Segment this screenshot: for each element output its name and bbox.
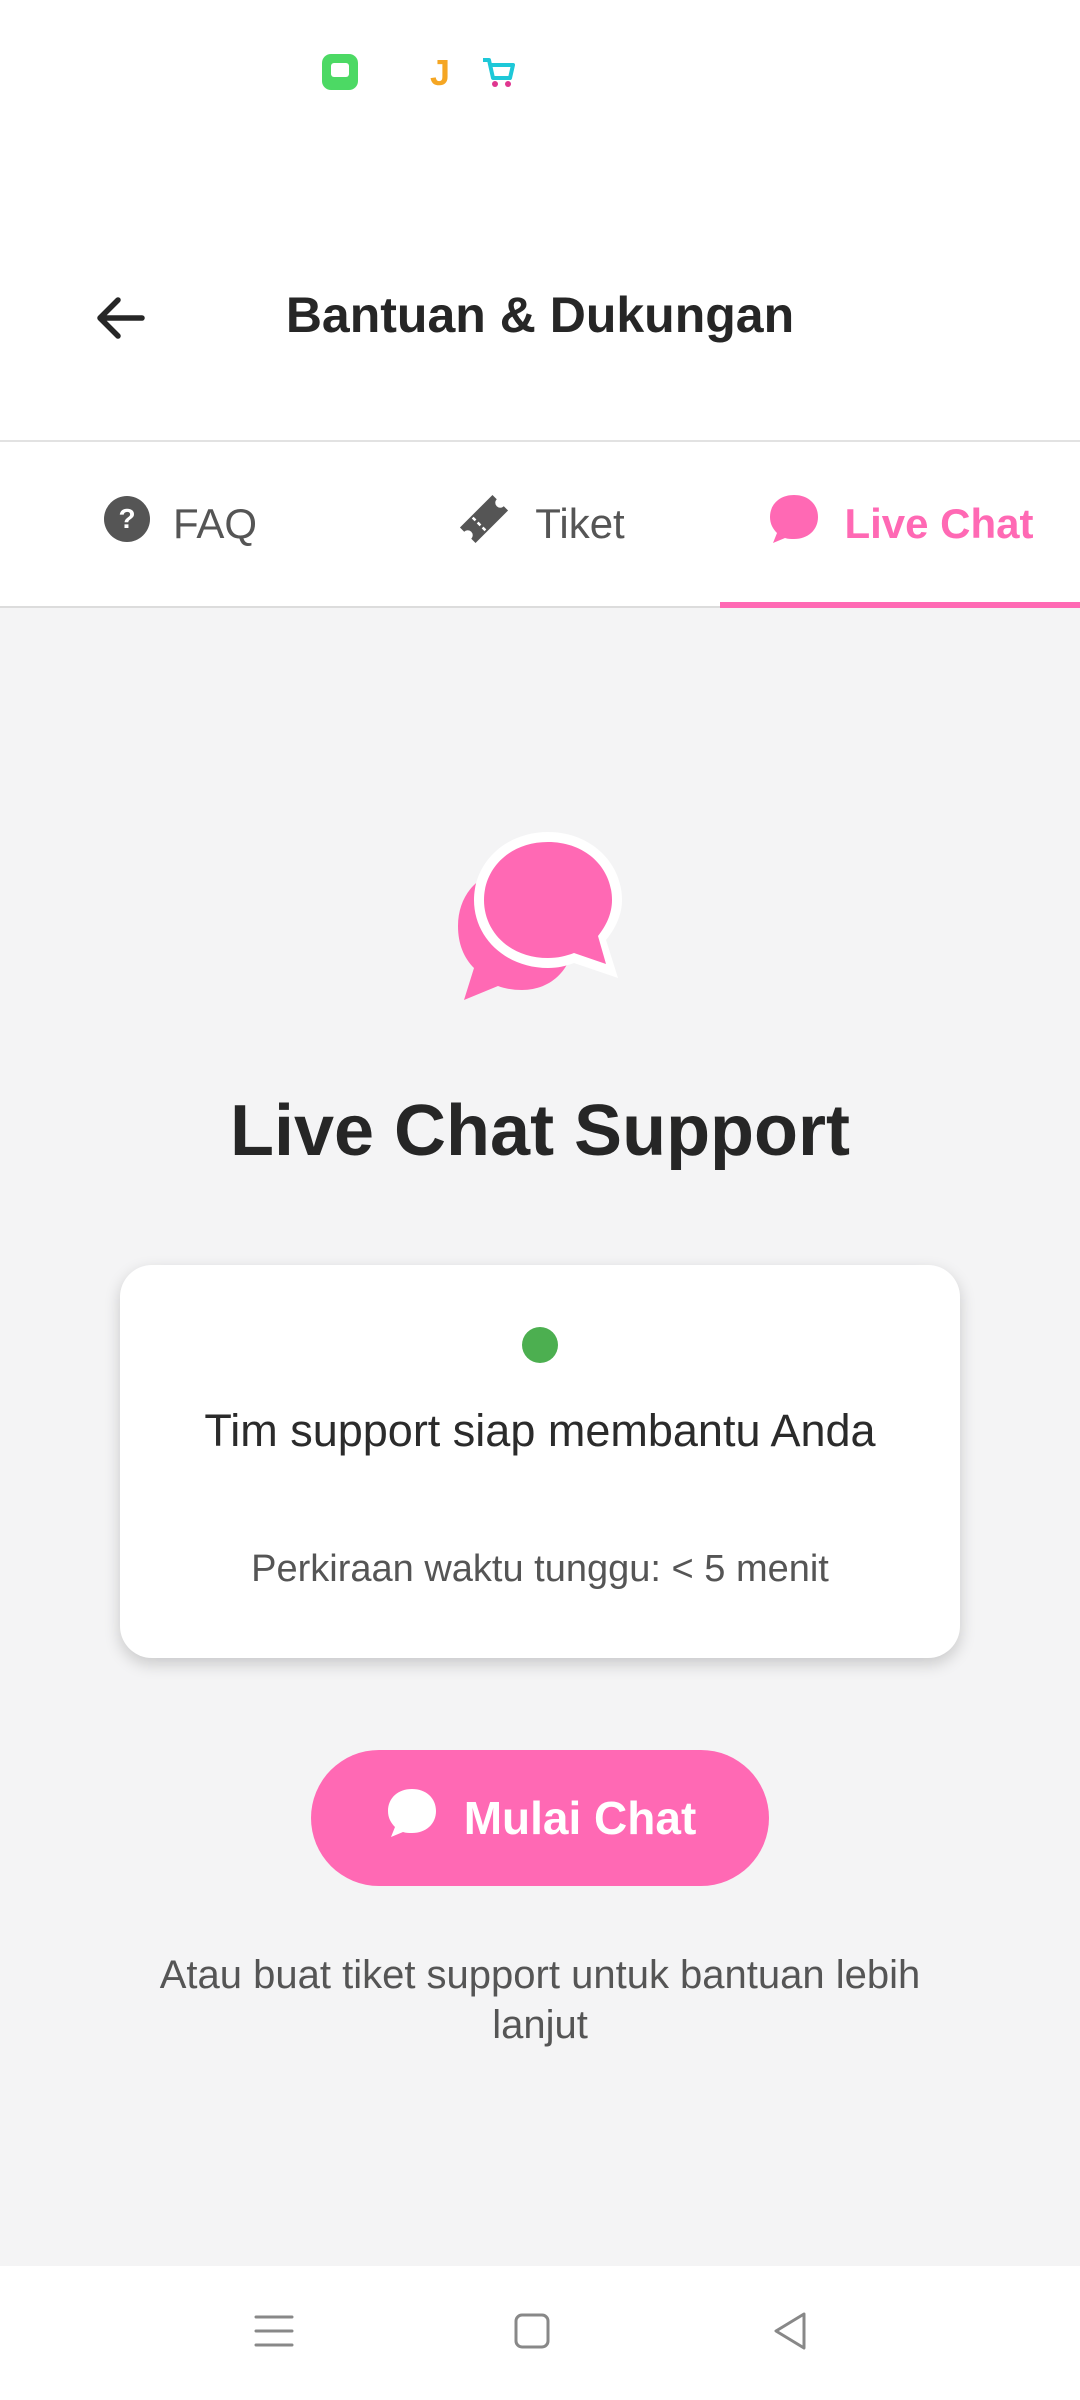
home-square-icon [512,2311,552,2356]
tab-live-chat[interactable]: Live Chat [720,442,1080,606]
home-button[interactable] [472,2266,592,2400]
chat-bubbles-icon [452,830,630,1010]
menu-icon [252,2311,296,2356]
tab-bar: ? FAQ Tiket Live Chat [0,442,1080,608]
recent-apps-button[interactable] [214,2266,334,2400]
back-system-button[interactable] [730,2266,850,2400]
support-ready-message: Tim support siap membantu Anda [204,1405,876,1456]
tab-faq[interactable]: ? FAQ [0,442,360,606]
help-circle-icon: ? [103,495,151,553]
status-bar: J [0,0,1080,150]
ticket-hint-text: Atau buat tiket support untuk bantuan le… [159,1953,921,2047]
live-chat-title: Live Chat Support [229,1091,850,1171]
tab-tiket-label: Tiket [535,500,625,547]
tab-faq-label: FAQ [172,500,258,547]
j-app-icon: J [430,52,451,93]
app-header: Bantuan & Dukungan [0,150,1080,442]
svg-text:?: ? [118,503,135,534]
start-chat-button[interactable]: Mulai Chat [311,1750,769,1886]
back-triangle-icon [770,2310,810,2357]
ticket-icon [455,490,513,558]
chat-bubble-icon [766,491,822,557]
chat-bubble-icon [384,1785,440,1852]
online-status-indicator [522,1327,558,1363]
shopping-cart-app-icon [480,54,516,90]
tab-tiket[interactable]: Tiket [360,442,720,606]
support-status-card: Tim support siap membantu Anda Perkiraan… [120,1265,960,1658]
tab-live-chat-label: Live Chat [844,500,1034,547]
start-chat-label: Mulai Chat [463,1792,697,1844]
messages-app-icon [322,54,358,90]
active-tab-indicator [720,602,1080,608]
page-title: Bantuan & Dukungan [285,287,795,343]
wait-time-text: Perkiraan waktu tunggu: < 5 menit [251,1548,829,1590]
system-navigation-bar [0,2266,1080,2400]
